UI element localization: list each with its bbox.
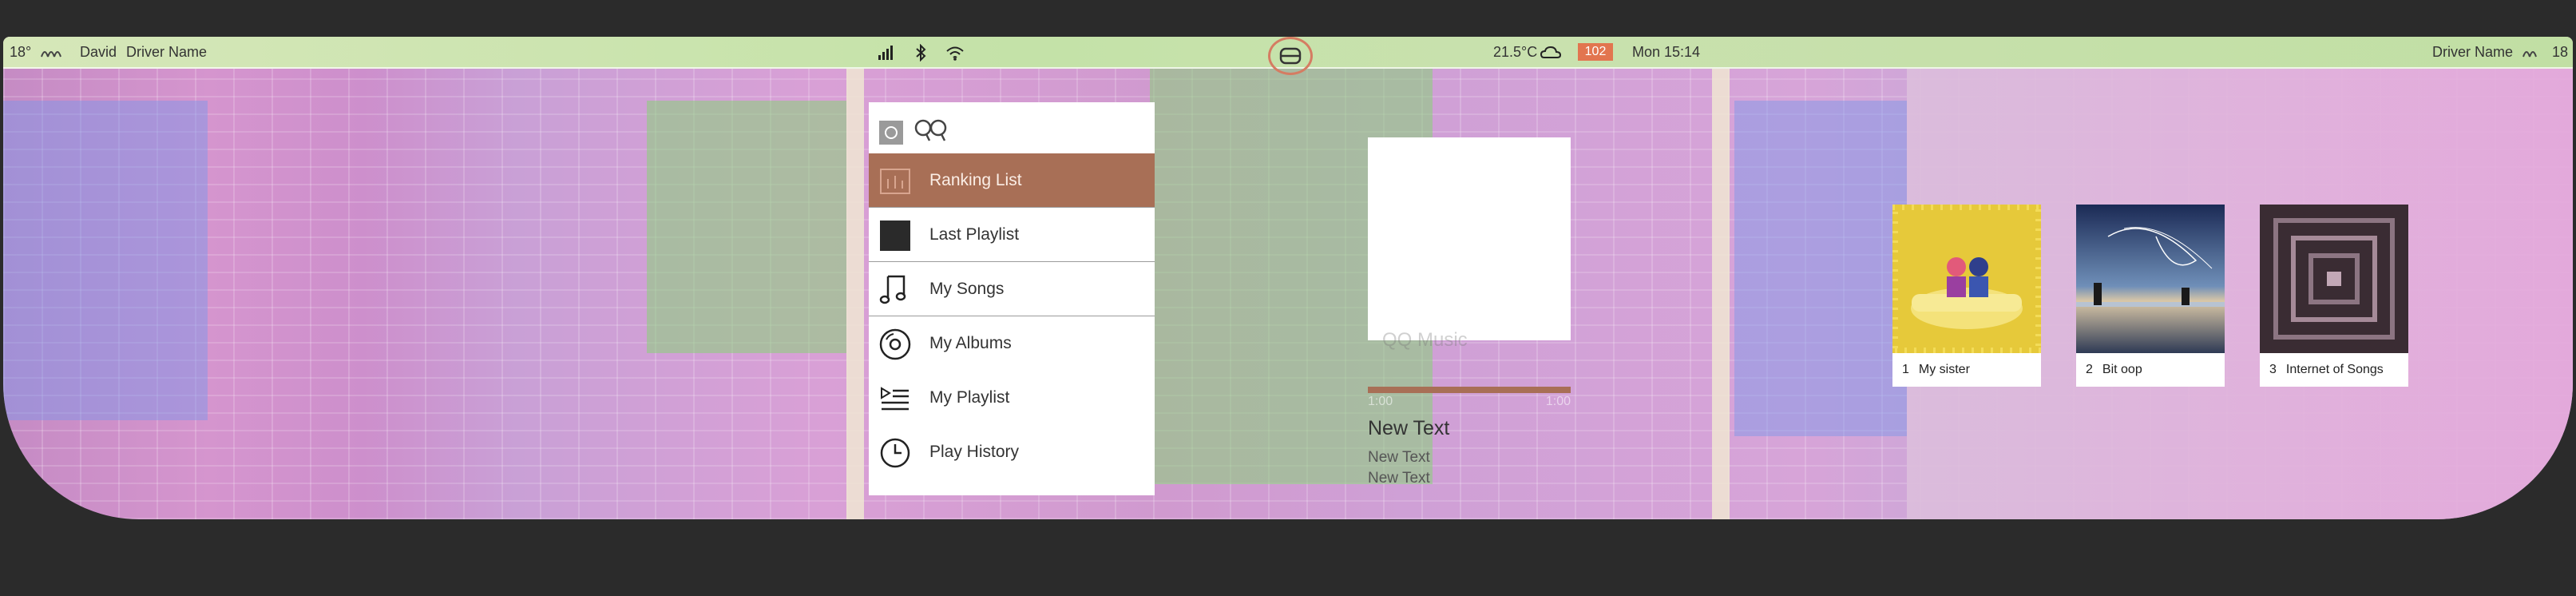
elapsed-time: 1:00 — [1368, 395, 1393, 408]
album-art[interactable] — [1368, 137, 1571, 340]
black-square-icon — [878, 219, 912, 252]
right-driver-name: Driver Name — [2432, 44, 2514, 60]
seat-heat-right-icon[interactable] — [2520, 44, 2544, 64]
wifi-icon — [945, 44, 965, 66]
album-title: My sister — [1918, 363, 1970, 376]
music-note-icon — [878, 273, 912, 307]
date-time: Mon 15:14 — [1632, 44, 1701, 60]
left-driver-name: Driver Name — [126, 44, 208, 60]
weather-cloud-icon — [1540, 44, 1562, 66]
menu-item-label: My Albums — [929, 334, 1012, 352]
menu-item-my-albums[interactable]: My Albums — [869, 316, 1155, 371]
track-title: New Text — [1368, 417, 1450, 439]
album-card-caption: 1 My sister — [1902, 363, 1970, 377]
left-temperature: 18° — [10, 44, 32, 60]
playlist-play-icon — [878, 382, 912, 415]
menu-item-my-songs[interactable]: My Songs — [869, 262, 1155, 316]
menu-item-play-history[interactable]: Play History — [869, 425, 1155, 479]
menu-item-label: Last Playlist — [929, 225, 1020, 244]
weather-temperature: 21.5°C — [1493, 44, 1538, 60]
seat-heat-icon[interactable] — [38, 44, 62, 64]
album-card-bit-oop[interactable]: 2 Bit oop — [2076, 205, 2225, 387]
bg-green-block — [647, 101, 846, 353]
bar-chart-icon — [878, 165, 912, 198]
abstract-pattern-cover — [2260, 205, 2408, 353]
album-title: Internet of Songs — [2285, 363, 2384, 376]
album-title: Bit oop — [2102, 363, 2142, 376]
panel-divider — [1712, 37, 1730, 519]
panel-divider — [846, 37, 864, 519]
menu-item-label: My Playlist — [929, 388, 1010, 407]
back-button-icon[interactable] — [878, 120, 904, 149]
user-name: David — [80, 44, 117, 60]
album-card-caption: 3 Internet of Songs — [2269, 363, 2384, 377]
yellow-bathtub-cover — [1892, 205, 2041, 353]
album-card-internet-of-songs[interactable]: 3 Internet of Songs — [2260, 205, 2408, 387]
progress-bar[interactable] — [1368, 387, 1571, 393]
album-card-caption: 2 Bit oop — [2086, 363, 2142, 377]
album-card-my-sister[interactable]: 1 My sister — [1892, 205, 2041, 387]
menu-item-my-playlist[interactable]: My Playlist — [869, 371, 1155, 425]
qq-music-watermark: QQ Music — [1382, 329, 1468, 351]
status-bar: 18° David Driver Name 21.5°C 102 Mon 15:… — [3, 37, 2573, 75]
menu-item-label: Play History — [929, 443, 1020, 461]
album-index: 1 — [1902, 363, 1909, 376]
album-index: 2 — [2086, 363, 2093, 376]
bg-blue-block — [3, 101, 208, 420]
qq-music-logo-icon — [913, 117, 949, 148]
home-logo-button[interactable] — [1268, 37, 1313, 75]
right-temperature: 18 — [2552, 44, 2569, 60]
menu-item-ranking-list[interactable]: Ranking List — [869, 153, 1155, 208]
vinyl-disc-icon — [878, 328, 912, 361]
signal-icon — [877, 44, 894, 66]
music-menu-panel: Ranking List Last Playlist My Songs My A… — [869, 102, 1155, 495]
track-artist: New Text — [1368, 449, 1430, 466]
album-index: 3 — [2269, 363, 2277, 376]
bluetooth-icon — [913, 43, 928, 66]
menu-item-label: Ranking List — [929, 171, 1022, 189]
menu-item-last-playlist[interactable]: Last Playlist — [869, 208, 1155, 262]
menu-header — [869, 102, 1155, 153]
clock-icon — [878, 436, 912, 470]
bg-blue-block — [1734, 101, 1907, 436]
menu-item-label: My Songs — [929, 280, 1005, 298]
track-album: New Text — [1368, 470, 1430, 487]
notification-badge[interactable]: 102 — [1578, 43, 1613, 61]
beach-sunset-cover — [2076, 205, 2225, 353]
total-time: 1:00 — [1545, 395, 1571, 408]
car-logo-icon — [1279, 47, 1302, 65]
